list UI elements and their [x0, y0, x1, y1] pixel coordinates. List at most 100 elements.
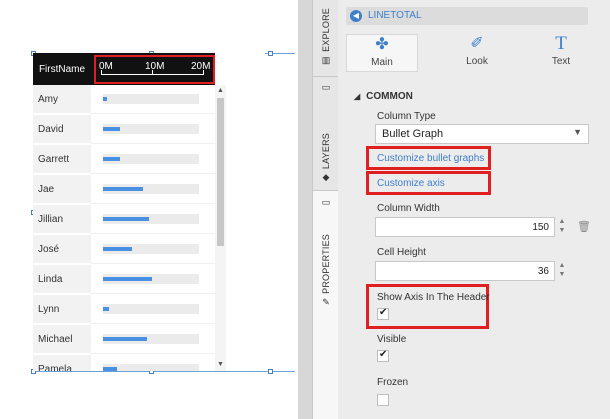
tab-properties[interactable]: ▭ PROPERTIES ✎	[313, 191, 339, 419]
bullet-track	[103, 214, 199, 224]
data-grid: FirstName 0M 10M 20M Amy David Garrett Jae J…	[33, 53, 265, 371]
section-label: COMMON	[366, 91, 413, 102]
header-firstname[interactable]: FirstName	[33, 53, 91, 85]
firstname-cell: David	[33, 115, 91, 144]
column-width-value: 150	[532, 222, 549, 233]
puzzle-icon: ✤	[375, 36, 389, 53]
bullet-track	[103, 124, 199, 134]
tab-explore-label: EXPLORE	[321, 8, 331, 52]
column-type-select[interactable]: Bullet Graph ▼	[375, 124, 589, 144]
firstname-cell: Garrett	[33, 145, 91, 174]
table-row[interactable]: Jillian	[33, 205, 215, 234]
table-row[interactable]: Lynn	[33, 295, 215, 324]
column-width-label: Column Width	[377, 203, 440, 214]
bullet-cell	[91, 325, 215, 354]
firstname-cell: Amy	[33, 85, 91, 114]
bullet-track	[103, 274, 199, 284]
splitter[interactable]	[298, 0, 312, 419]
bullet-bar	[103, 277, 152, 281]
dashboard-canvas: FirstName 0M 10M 20M Amy David Garrett Jae J…	[0, 0, 298, 419]
grid-scrollbar[interactable]: ▲ ▼	[215, 85, 226, 371]
bullet-cell	[91, 115, 215, 144]
properties-top-icon: ▭	[321, 197, 331, 207]
tab-text[interactable]: T Text	[526, 34, 596, 72]
tab-explore[interactable]: EXPLORE ▥	[313, 8, 339, 70]
side-tab-strip: EXPLORE ▥ ▭ LAYERS ◆ ▭ PROPERTIES ✎	[312, 0, 339, 419]
bullet-cell	[91, 85, 215, 114]
scroll-up-icon[interactable]: ▲	[217, 87, 224, 95]
table-row[interactable]: Michael	[33, 325, 215, 354]
cell-height-input[interactable]: 36	[375, 261, 555, 281]
section-common[interactable]: ◢ COMMON	[354, 91, 413, 102]
column-width-input[interactable]: 150	[375, 217, 555, 237]
show-axis-checkbox[interactable]: ✔	[377, 307, 389, 320]
column-type-label: Column Type	[377, 111, 436, 122]
bullet-bar	[103, 307, 109, 311]
resize-handle-top-right[interactable]	[268, 51, 273, 56]
cell-height-stepper[interactable]: ▲ ▼	[557, 261, 567, 281]
firstname-cell: Michael	[33, 325, 91, 354]
column-width-stepper[interactable]: ▲ ▼	[557, 217, 567, 237]
visible-checkbox[interactable]: ✔	[377, 349, 389, 362]
table-row[interactable]: Linda	[33, 265, 215, 294]
tab-main[interactable]: ✤ Main	[346, 34, 418, 72]
table-row[interactable]: Jae	[33, 175, 215, 204]
collapse-triangle-icon: ◢	[354, 92, 361, 101]
check-icon: ✔	[379, 307, 388, 318]
tab-text-label: Text	[551, 56, 571, 67]
check-icon: ✔	[379, 349, 388, 360]
table-row[interactable]: Pamela	[33, 355, 215, 371]
tab-look-label: Look	[466, 56, 488, 67]
table-row[interactable]: José	[33, 235, 215, 264]
customize-axis-link[interactable]: Customize axis	[377, 178, 445, 189]
scroll-down-icon[interactable]: ▼	[217, 361, 224, 369]
table-row[interactable]: Amy	[33, 85, 215, 114]
tab-layers[interactable]: ▭ LAYERS ◆	[313, 82, 339, 186]
tab-separator	[313, 76, 339, 77]
bullet-track	[103, 364, 199, 371]
bullet-bar	[103, 337, 147, 341]
bullet-cell	[91, 145, 215, 174]
bullet-track	[103, 304, 199, 314]
bullet-bar	[103, 367, 117, 371]
firstname-cell: José	[33, 235, 91, 264]
firstname-cell: Jae	[33, 175, 91, 204]
table-row[interactable]: David	[33, 115, 215, 144]
properties-panel: ◀ LINETOTAL ✤ Main ✐ Look T Text ◢ COMMON…	[338, 0, 610, 419]
bullet-bar	[103, 157, 120, 161]
trash-icon[interactable]: 🗑	[577, 220, 591, 233]
tab-main-label: Main	[371, 57, 393, 68]
firstname-cell: Lynn	[33, 295, 91, 324]
explore-icon: ▥	[321, 54, 331, 65]
cell-height-label: Cell Height	[377, 247, 426, 258]
bullet-bar	[103, 187, 143, 191]
firstname-cell: Linda	[33, 265, 91, 294]
visible-label: Visible	[377, 334, 407, 345]
bullet-bar	[103, 97, 107, 101]
bullet-track	[103, 334, 199, 344]
bullet-cell	[91, 235, 215, 264]
bullet-cell	[91, 205, 215, 234]
selection-bottom-line	[33, 371, 295, 372]
bullet-cell	[91, 175, 215, 204]
layers-top-icon: ▭	[321, 82, 331, 92]
pencil-icon: ✎	[322, 296, 330, 307]
back-icon[interactable]: ◀	[350, 10, 362, 22]
customize-bullet-link[interactable]: Customize bullet graphs	[377, 153, 484, 164]
bullet-bar	[103, 127, 120, 131]
tab-properties-label: PROPERTIES	[321, 234, 331, 294]
frozen-label: Frozen	[377, 377, 409, 388]
firstname-cell: Pamela	[33, 355, 91, 371]
resize-handle-bottom-right[interactable]	[268, 369, 273, 374]
column-type-value: Bullet Graph	[382, 128, 444, 140]
frozen-checkbox[interactable]	[377, 394, 389, 406]
text-icon: T	[555, 33, 567, 54]
breadcrumb-label: LINETOTAL	[368, 10, 422, 21]
tab-look[interactable]: ✐ Look	[442, 34, 512, 72]
axis-highlight-box	[94, 55, 215, 84]
breadcrumb[interactable]: ◀ LINETOTAL	[346, 7, 588, 25]
table-row[interactable]: Garrett	[33, 145, 215, 174]
scroll-thumb[interactable]	[217, 98, 224, 246]
bullet-bar	[103, 247, 132, 251]
layers-icon: ◆	[322, 172, 330, 183]
